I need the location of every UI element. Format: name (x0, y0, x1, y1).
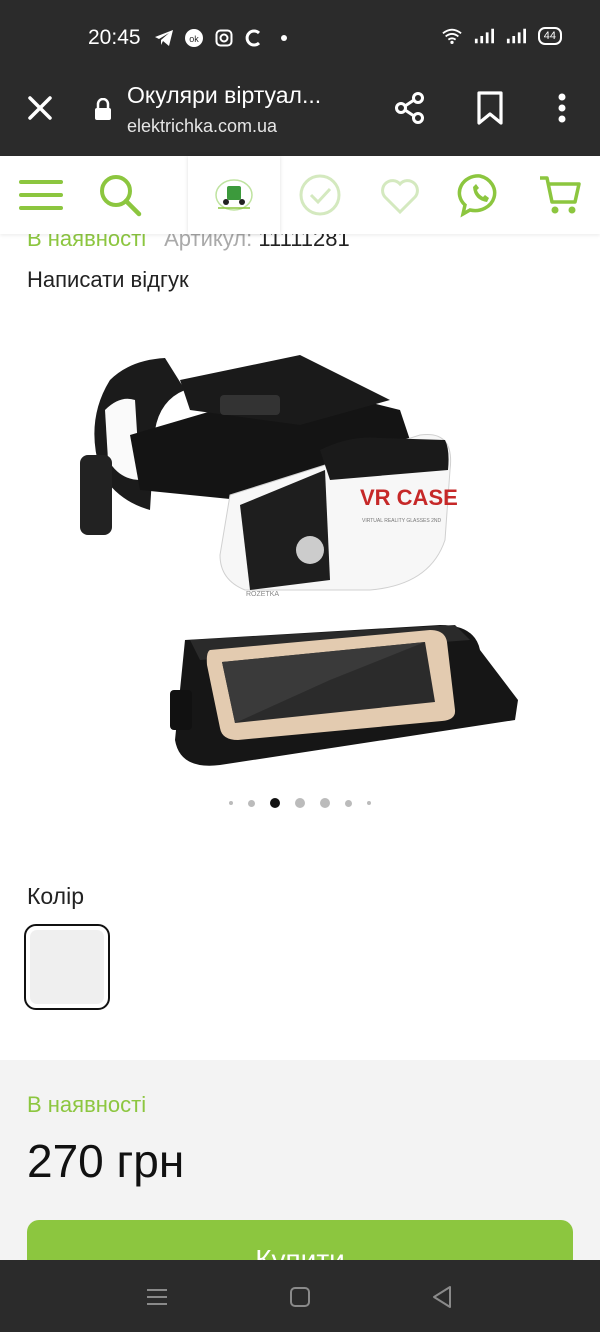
product-image[interactable]: VR CASE VIRTUAL REALITY GLASSES 2ND ROZE… (70, 340, 540, 780)
price: 270 грн (27, 1135, 185, 1187)
close-tab-button[interactable] (22, 90, 58, 126)
system-icons: 44 (442, 26, 562, 46)
signal-icon (506, 26, 526, 46)
wifi-icon (442, 26, 462, 46)
site-logo[interactable] (188, 156, 280, 234)
cart-button[interactable] (537, 172, 583, 218)
gallery-dot[interactable] (248, 799, 255, 807)
notification-icons: ok (154, 28, 294, 48)
page-title[interactable]: Окуляри віртуал... (127, 82, 321, 109)
ok-icon: ok (184, 28, 204, 48)
gallery-dot[interactable] (320, 798, 330, 808)
c-app-icon (244, 28, 264, 48)
page-url[interactable]: elektrichka.com.ua (127, 116, 277, 137)
gallery-dot-active[interactable] (270, 798, 280, 808)
recent-apps-icon (147, 1289, 167, 1305)
color-swatch[interactable] (24, 924, 110, 1010)
gallery-dot[interactable] (229, 801, 233, 805)
search-icon (100, 175, 142, 217)
status-bar: 20:45 ok 44 (0, 0, 600, 76)
write-review-link[interactable]: Написати відгук (27, 267, 189, 293)
svg-text:ok: ok (189, 34, 199, 44)
menu-button[interactable] (18, 172, 64, 218)
dot-icon (274, 28, 294, 48)
share-icon (395, 92, 424, 124)
viber-button[interactable] (457, 172, 503, 218)
signal-icon (474, 26, 494, 46)
browser-menu-button[interactable] (546, 90, 578, 126)
check-circle-icon (299, 174, 341, 216)
gallery-pagination (0, 798, 600, 808)
compare-button[interactable] (297, 172, 343, 218)
instagram-icon (214, 28, 234, 48)
logo-icon (215, 179, 253, 211)
back-button[interactable] (430, 1284, 456, 1310)
watermark-text: ROZETKA (246, 591, 279, 598)
browser-toolbar: Окуляри віртуал... elektrichka.com.ua (0, 76, 600, 156)
bookmark-icon (477, 91, 503, 125)
viber-icon (457, 174, 497, 218)
share-button[interactable] (392, 90, 428, 126)
cart-icon (540, 176, 581, 214)
home-icon (290, 1287, 310, 1307)
site-header (0, 156, 600, 234)
menu-icon (19, 180, 63, 210)
recent-apps-button[interactable] (144, 1284, 170, 1310)
heart-icon (381, 179, 419, 215)
home-button[interactable] (287, 1284, 313, 1310)
panel-availability: В наявності (27, 1092, 147, 1117)
battery-indicator: 44 (537, 27, 562, 45)
back-icon (433, 1286, 451, 1308)
close-icon (28, 96, 52, 120)
search-button[interactable] (97, 172, 143, 218)
telegram-icon (154, 28, 174, 48)
status-time: 20:45 (88, 26, 141, 49)
favorites-button[interactable] (377, 172, 423, 218)
color-label: Колір (27, 883, 85, 909)
gallery-dot[interactable] (295, 798, 305, 808)
brand-tagline: VIRTUAL REALITY GLASSES 2ND (362, 518, 441, 524)
gallery-dot[interactable] (367, 801, 371, 805)
system-navigation-bar (0, 1260, 600, 1332)
bookmark-button[interactable] (474, 90, 506, 126)
color-swatch-fill (30, 930, 104, 1004)
brand-text: VR CASE (360, 485, 458, 510)
more-vert-icon (558, 93, 566, 123)
lock-icon (94, 97, 112, 120)
purchase-panel: В наявності 270 грн Купити (0, 1060, 600, 1300)
gallery-dot[interactable] (345, 799, 352, 807)
